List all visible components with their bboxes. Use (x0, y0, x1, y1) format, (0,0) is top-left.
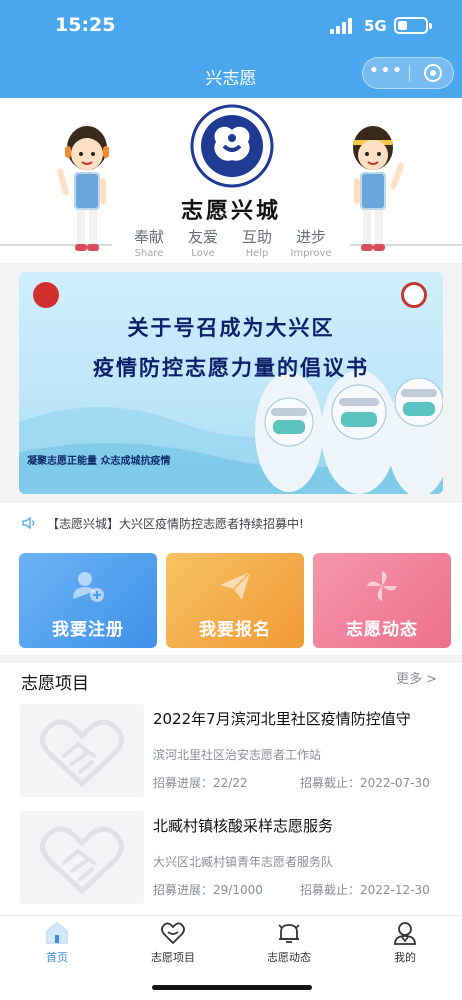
paper-plane-icon (220, 571, 251, 600)
pinwheel-icon (367, 571, 397, 601)
target-close-icon[interactable] (424, 64, 442, 82)
value-improve: 进步 Improve (290, 228, 332, 259)
project-title: 2022年7月滨河北里社区疫情防控值守 (153, 710, 411, 728)
more-link[interactable]: 更多 > (396, 668, 437, 687)
handshake-heart-icon (40, 826, 124, 895)
tab-news-label: 志愿动态 (267, 951, 311, 964)
register-button[interactable]: 我要注册 (19, 553, 157, 648)
signal-icon (330, 18, 356, 34)
project-org: 滨河北里社区治安志愿者工作站 (153, 748, 322, 762)
quick-actions: 我要注册 我要报名 志愿动态 (0, 543, 462, 655)
banner-headline-1: 关于号召成为大兴区 (127, 316, 335, 340)
signup-button[interactable]: 我要报名 (166, 553, 304, 648)
banner-headline-2: 疫情防控志愿力量的倡议书 (93, 356, 369, 380)
news-label: 志愿动态 (346, 620, 418, 640)
projects-section: 志愿项目 更多 > 2022年7月滨河北里社区疫情防控值守 滨河北里社区治安志愿… (0, 663, 462, 915)
campaign-banner[interactable]: 关于号召成为大兴区 疫情防控志愿力量的倡议书 凝聚志愿正能量 众志成城抗疫情 (19, 272, 443, 494)
volunteer-girl-mascot (353, 126, 404, 251)
volunteer-boy-mascot (57, 126, 109, 251)
notice-text: 【志愿兴城】大兴区疫情防控志愿者持续招募中! (47, 517, 304, 531)
tab-news[interactable]: 志愿动态 (249, 916, 329, 972)
notice-bar[interactable]: 【志愿兴城】大兴区疫情防控志愿者持续招募中! (0, 503, 462, 543)
project-thumbnail (20, 811, 144, 904)
tab-home-label: 首页 (46, 951, 68, 964)
capsule-divider (409, 65, 410, 81)
tab-profile[interactable]: 我的 (365, 916, 445, 972)
register-label: 我要注册 (52, 620, 124, 640)
banner-slogan: 凝聚志愿正能量 众志成城抗疫情 (27, 456, 171, 467)
home-icon (46, 921, 68, 944)
home-indicator (152, 985, 312, 990)
hero-header: 志愿兴城 奉献 Share 友爱 Love 互助 Help 进步 Improve (0, 98, 462, 263)
heart-icon (161, 922, 185, 945)
tab-projects[interactable]: 志愿项目 (133, 916, 213, 972)
add-user-icon (73, 572, 104, 602)
project-title: 北臧村镇核酸采样志愿服务 (153, 817, 334, 835)
network-type: 5G (364, 17, 387, 35)
section-title: 志愿项目 (21, 674, 89, 694)
status-bar: 15:25 5G (0, 0, 462, 50)
speaker-icon (22, 516, 35, 530)
volunteer-emblem-logo (190, 104, 274, 188)
battery-icon (394, 17, 432, 34)
profile-icon (394, 922, 416, 945)
value-share: 奉献 Share (133, 228, 164, 259)
handshake-heart-icon (40, 719, 124, 788)
value-love: 友爱 Love (187, 228, 218, 259)
tab-home[interactable]: 首页 (17, 916, 97, 972)
news-button[interactable]: 志愿动态 (313, 553, 451, 648)
values-row: 奉献 Share 友爱 Love 互助 Help 进步 Improve (125, 226, 337, 262)
value-help: 互助 Help (241, 228, 272, 259)
project-item[interactable]: 2022年7月滨河北里社区疫情防控值守 滨河北里社区治安志愿者工作站 招募进展：… (0, 704, 462, 804)
bell-icon (278, 924, 300, 943)
more-dots-icon[interactable]: ••• (363, 58, 409, 88)
project-thumbnail (20, 704, 144, 797)
project-progress: 招募进展：22/22 (153, 776, 248, 790)
mini-program-capsule: ••• (362, 57, 454, 89)
project-item[interactable]: 北臧村镇核酸采样志愿服务 大兴区北臧村镇青年志愿者服务队 招募进展：29/100… (0, 811, 462, 911)
youth-league-badge (33, 282, 59, 308)
tab-profile-label: 我的 (394, 951, 416, 964)
volunteer-badge (401, 282, 427, 308)
project-deadline: 招募截止：2022-12-30 (300, 883, 430, 897)
tab-projects-label: 志愿项目 (151, 951, 195, 964)
status-time: 15:25 (55, 14, 116, 36)
signup-label: 我要报名 (199, 620, 271, 640)
top-bar: 15:25 5G 兴志愿 ••• (0, 0, 462, 98)
project-org: 大兴区北臧村镇青年志愿者服务队 (153, 855, 334, 869)
project-progress: 招募进展：29/1000 (153, 883, 263, 897)
project-deadline: 招募截止：2022-07-30 (300, 776, 430, 790)
